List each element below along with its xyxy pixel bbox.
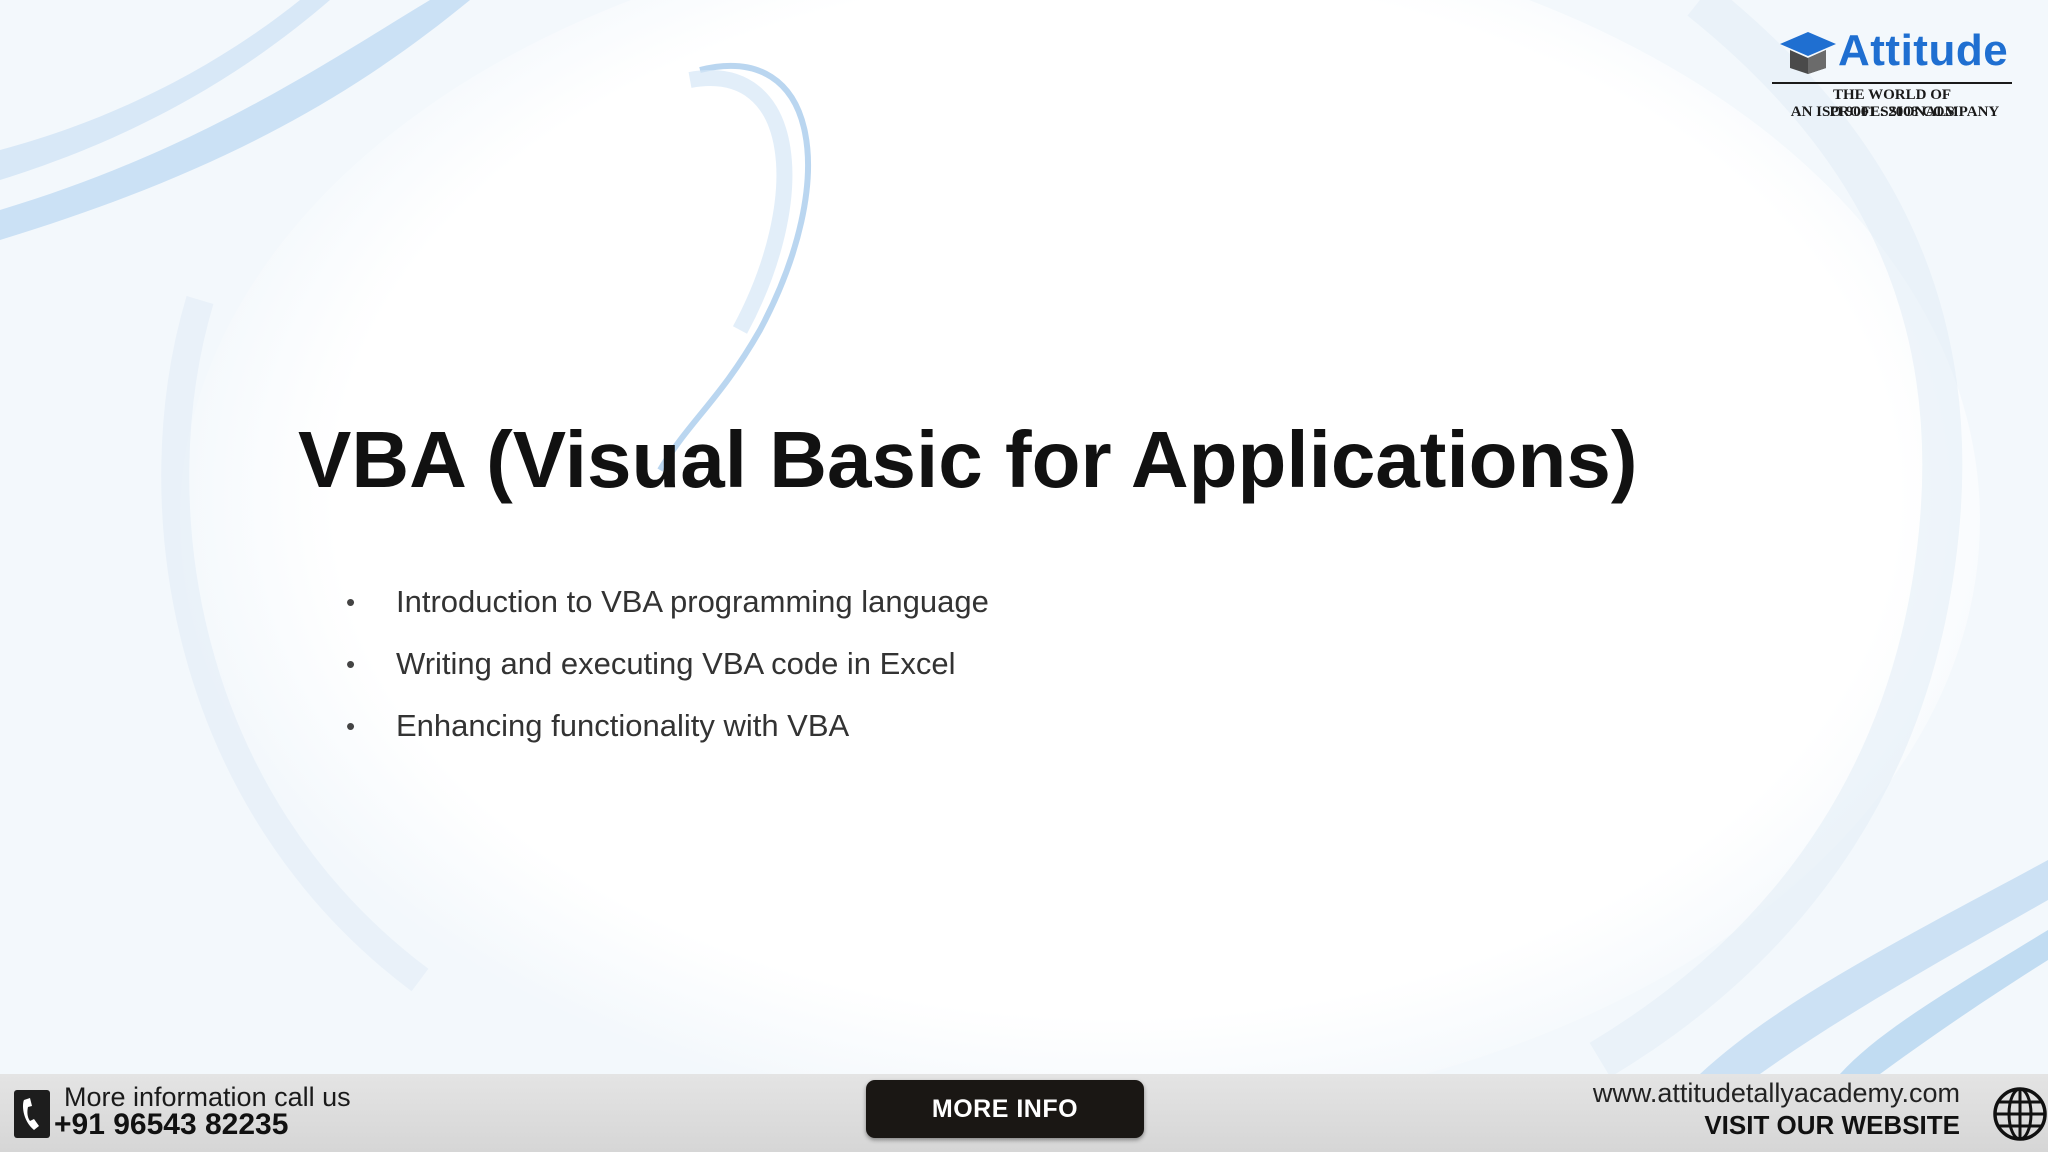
logo-brand: Attitude [1838,26,2009,75]
bullet-text: Introduction to VBA programming language [396,584,989,619]
bullet-dot: • [346,587,356,617]
website-link[interactable]: www.attitudetallyacademy.com [1593,1078,1960,1109]
visit-website-label[interactable]: VISIT OUR WEBSITE [1704,1110,1960,1141]
logo-certification: AN ISO 9001 : 2008 COMPANY [1790,104,2000,120]
bullet-text: Writing and executing VBA code in Excel [396,646,956,681]
footer-bar: More information call us +91 96543 82235… [0,1074,2048,1152]
bullet-item: • Writing and executing VBA code in Excel [346,640,989,702]
graduation-cap-icon [1780,32,1836,74]
bullet-item: • Enhancing functionality with VBA [346,702,989,764]
company-logo: Attitude THE WORLD OF PROFESSIONALS AN I… [1760,24,2030,134]
more-info-button[interactable]: MORE INFO [866,1080,1144,1138]
globe-icon[interactable] [1992,1086,2048,1142]
slide-title: VBA (Visual Basic for Applications) [298,415,1638,504]
bullet-item: • Introduction to VBA programming languag… [346,578,989,640]
bullet-text: Enhancing functionality with VBA [396,708,850,743]
phone-number[interactable]: +91 96543 82235 [54,1108,288,1142]
phone-icon [14,1090,50,1138]
bullet-dot: • [346,649,356,679]
bullet-list: • Introduction to VBA programming languag… [346,578,989,764]
bullet-dot: • [346,711,356,741]
background-swirl [0,0,2048,1152]
